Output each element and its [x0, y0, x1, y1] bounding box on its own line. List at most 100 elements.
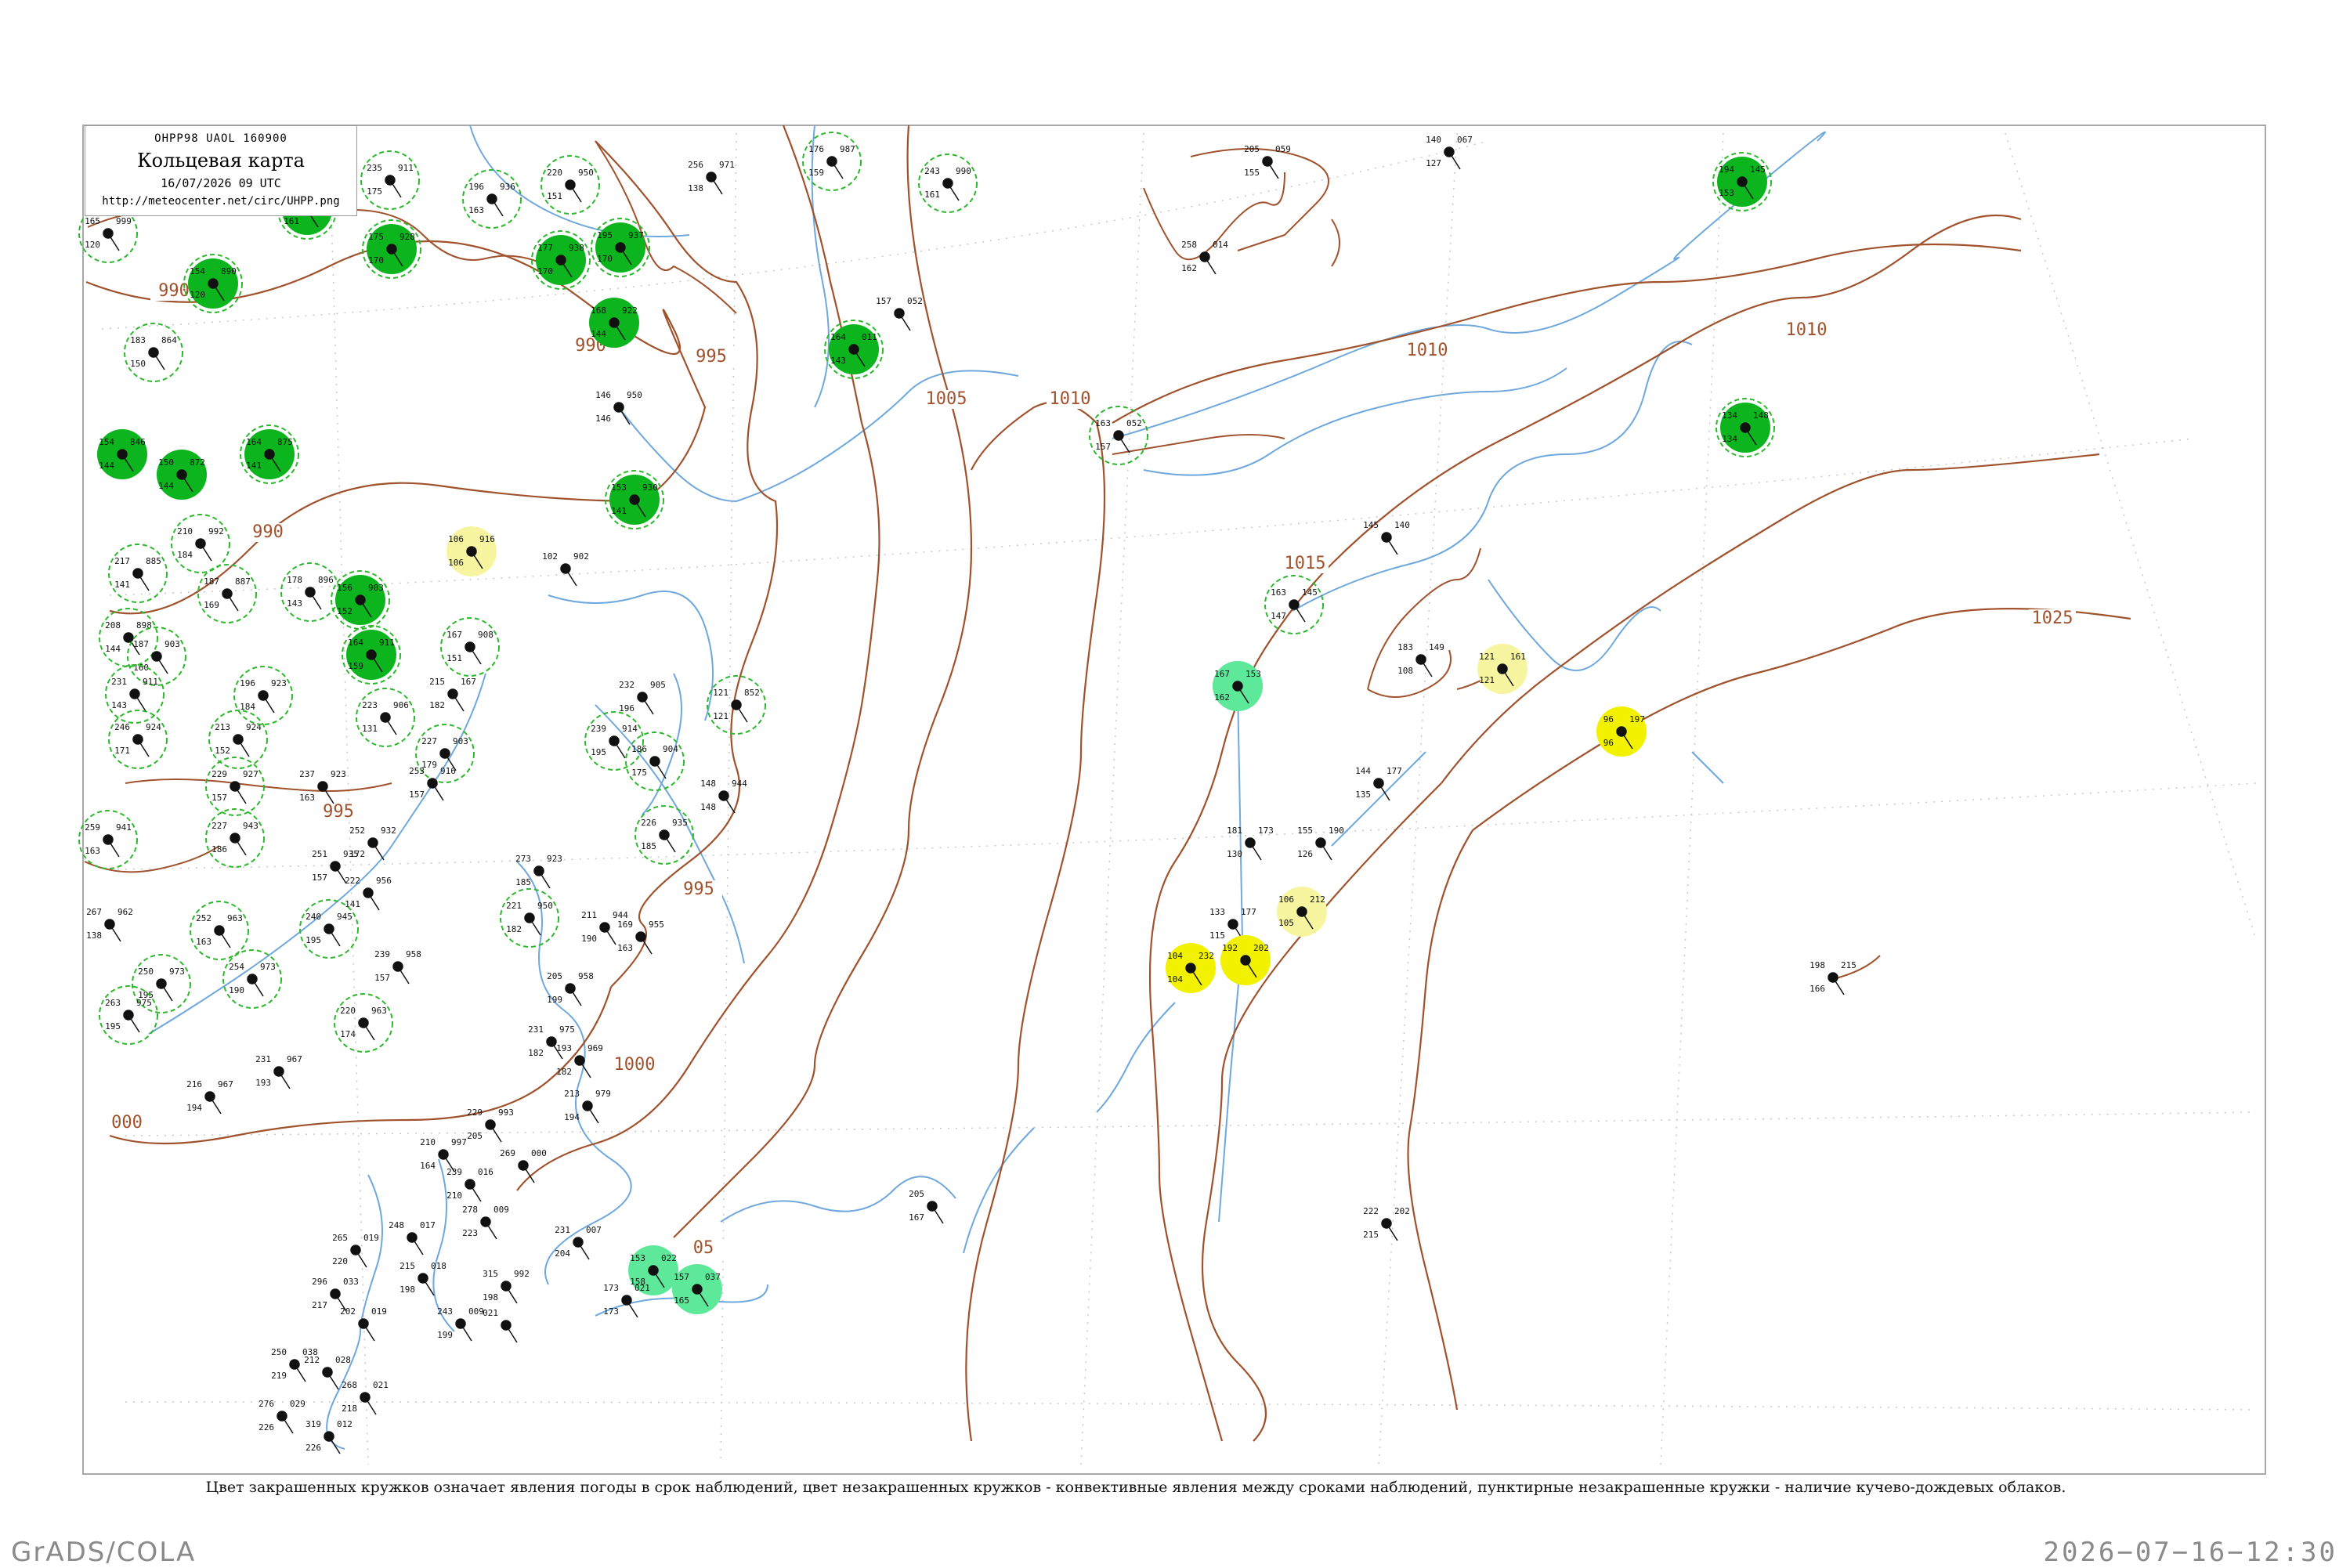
isobar-label: 995 — [683, 880, 714, 899]
station-pressure: 028 — [335, 1355, 351, 1365]
station-dewpoint: 157 — [1095, 442, 1111, 452]
station-temperature: 265 — [332, 1233, 348, 1243]
station-pressure: 903 — [453, 736, 468, 746]
map-legend-box: ОНРР98 UAOL 160900 Кольцевая карта 16/07… — [85, 125, 357, 216]
station-pressure: 177 — [1386, 766, 1402, 776]
station-temperature: 021 — [483, 1308, 498, 1318]
station-pressure: 944 — [732, 779, 747, 789]
station-pressure: 963 — [227, 913, 243, 923]
station-temperature: 232 — [619, 680, 634, 690]
station-pressure: 916 — [479, 534, 495, 544]
station-pressure: 932 — [381, 826, 396, 836]
station-temperature: 150 — [158, 457, 174, 468]
station-temperature: 154 — [99, 437, 114, 447]
station-dewpoint: 138 — [688, 183, 703, 193]
station-dewpoint: 223 — [462, 1228, 478, 1238]
station-dewpoint: 120 — [85, 240, 100, 250]
station-dewpoint: 163 — [85, 846, 100, 856]
station-dewpoint: 194 — [564, 1112, 580, 1122]
station-dewpoint: 174 — [340, 1029, 356, 1039]
station-pressure: 009 — [494, 1205, 509, 1215]
station-pressure: 052 — [1126, 418, 1142, 428]
station-pressure: 955 — [649, 919, 664, 930]
station-pressure: 145 — [1750, 164, 1766, 175]
station-temperature: 164 — [246, 437, 262, 447]
station-dewpoint: 138 — [86, 930, 102, 941]
station-dewpoint: 185 — [515, 877, 531, 887]
station-s105: 121 121 161 — [1477, 644, 1528, 694]
station-temperature: 175 — [368, 232, 384, 242]
station-dewpoint: 164 — [420, 1161, 436, 1171]
station-temperature: 231 — [528, 1024, 544, 1035]
station-dewpoint: 226 — [306, 1443, 321, 1453]
station-pressure: 021 — [373, 1380, 389, 1390]
station-dewpoint: 196 — [619, 703, 634, 714]
station-dewpoint: 152 — [337, 606, 352, 616]
station-temperature: 146 — [595, 390, 611, 400]
station-pressure: 969 — [588, 1043, 603, 1053]
station-pressure: 190 — [1329, 826, 1344, 836]
station-pressure: 067 — [1457, 135, 1473, 145]
station-temperature: 263 — [105, 998, 121, 1008]
station-pressure: 943 — [243, 821, 258, 831]
station-dewpoint: 144 — [105, 644, 121, 654]
station-temperature: 205 — [1244, 144, 1260, 154]
station-pressure: 875 — [277, 437, 293, 447]
station-dewpoint: 159 — [348, 661, 363, 671]
station-temperature: 153 — [611, 482, 627, 493]
isobar-label: 1000 — [614, 1055, 656, 1075]
station-pressure: 911 — [379, 638, 395, 648]
station-pressure: 967 — [287, 1054, 302, 1064]
station-temperature: 169 — [617, 919, 633, 930]
station-pressure: 956 — [376, 876, 392, 886]
station-temperature: 259 — [85, 822, 100, 833]
station-dewpoint: 144 — [591, 329, 606, 339]
station-temperature: 210 — [420, 1137, 436, 1147]
station-pressure: 202 — [1253, 943, 1269, 953]
station-dewpoint: 130 — [1227, 849, 1242, 859]
station-pressure: 937 — [628, 230, 644, 240]
station-dewpoint: 157 — [374, 973, 390, 983]
station-dewpoint: 171 — [114, 746, 130, 756]
station-dewpoint: 152 — [215, 746, 230, 756]
station-temperature: 178 — [287, 575, 302, 585]
isobar-label: 1025 — [2032, 609, 2073, 628]
station-pressure: 924 — [146, 722, 161, 732]
station-temperature: 164 — [348, 638, 363, 648]
isobar-label: 1010 — [1786, 320, 1828, 340]
station-pressure: 896 — [318, 575, 334, 585]
station-dewpoint: 194 — [186, 1103, 202, 1113]
station-dewpoint: 170 — [368, 255, 384, 266]
station-dewpoint: 131 — [362, 724, 378, 734]
station-temperature: 243 — [924, 166, 940, 176]
station-dewpoint: 190 — [581, 934, 597, 944]
station-dewpoint: 150 — [130, 359, 146, 369]
station-pressure: 905 — [650, 680, 666, 690]
station-dewpoint: 120 — [190, 290, 205, 300]
station-pressure: 903 — [164, 639, 180, 649]
station-temperature: 268 — [342, 1380, 357, 1390]
station-pressure: 911 — [398, 163, 414, 173]
station-pressure: 022 — [661, 1253, 677, 1263]
station-temperature: 165 — [85, 216, 100, 226]
station-pressure: 904 — [663, 744, 678, 754]
station-dewpoint: 121 — [1479, 675, 1495, 685]
station-temperature: 157 — [674, 1272, 689, 1282]
station-dewpoint: 167 — [909, 1212, 924, 1223]
station-pressure: 908 — [478, 630, 494, 640]
station-dewpoint: 190 — [229, 985, 244, 995]
station-pressure: 037 — [705, 1272, 721, 1282]
station-temperature: 276 — [258, 1399, 274, 1409]
station-pressure: 958 — [406, 949, 421, 959]
station-dewpoint: 146 — [595, 414, 611, 424]
station-pressure: 864 — [161, 335, 177, 345]
isobar-label: 995 — [696, 347, 727, 367]
station-dewpoint: 163 — [299, 793, 315, 803]
station-dewpoint: 195 — [306, 935, 321, 945]
station-pressure: 973 — [169, 966, 185, 977]
station-temperature: 192 — [1222, 943, 1238, 953]
station-dewpoint: 182 — [556, 1067, 572, 1077]
isobar-label: 1010 — [1050, 389, 1091, 409]
station-temperature: 237 — [299, 769, 315, 779]
isobar-label: 990 — [252, 522, 284, 542]
